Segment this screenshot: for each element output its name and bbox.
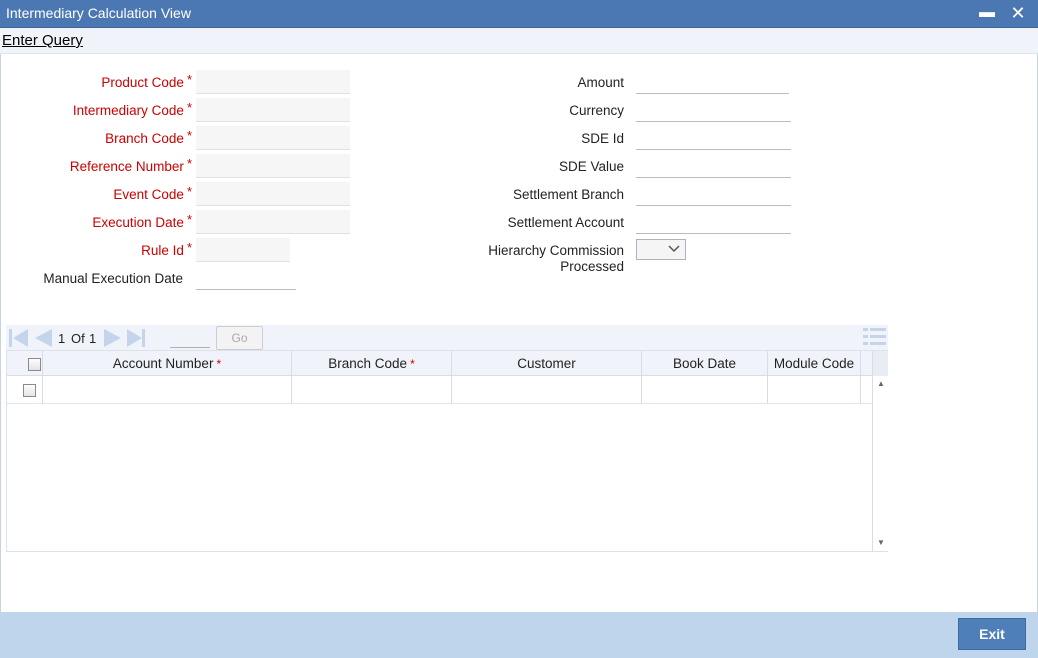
close-icon[interactable]: ✕ xyxy=(1008,2,1028,24)
intermediary-code-label: Intermediary Code * xyxy=(72,100,192,118)
rule-id-field[interactable] xyxy=(196,238,290,262)
sde-value-label: SDE Value xyxy=(558,159,624,174)
execution-date-label: Execution Date * xyxy=(92,212,192,230)
column-header-customer[interactable]: Customer xyxy=(452,351,642,376)
event-code-field[interactable] xyxy=(196,182,350,206)
header-select-all-cell xyxy=(7,351,43,376)
cell-branch-code[interactable] xyxy=(292,376,452,404)
settlement-account-label: Settlement Account xyxy=(507,215,624,230)
footer-bar: Exit xyxy=(0,612,1038,658)
manual-execution-date-label: Manual Execution Date xyxy=(43,271,183,286)
column-settings-icon[interactable] xyxy=(863,327,887,350)
currency-field[interactable] xyxy=(636,98,791,122)
scroll-down-icon[interactable]: ▼ xyxy=(877,538,885,547)
currency-label: Currency xyxy=(569,103,624,118)
settlement-account-field[interactable] xyxy=(636,210,791,234)
hierarchy-commission-processed-select[interactable] xyxy=(636,239,686,260)
sde-id-label: SDE Id xyxy=(581,131,624,146)
settlement-branch-label: Settlement Branch xyxy=(512,187,624,202)
intermediary-code-field[interactable] xyxy=(196,98,350,122)
reference-number-field[interactable] xyxy=(196,154,350,178)
grid-header: Account Number * Branch Code * Customer Bo… xyxy=(7,351,872,376)
column-header-account-number[interactable]: Account Number * xyxy=(43,351,292,376)
event-code-label: Event Code * xyxy=(113,184,192,202)
page-of-label: Of xyxy=(71,331,85,346)
exit-button[interactable]: Exit xyxy=(958,618,1026,650)
rule-id-label: Rule Id * xyxy=(141,240,192,258)
previous-page-icon[interactable] xyxy=(32,328,54,351)
results-grid: Account Number * Branch Code * Customer Bo… xyxy=(6,350,888,552)
reference-number-label: Reference Number * xyxy=(69,156,192,174)
amount-field[interactable] xyxy=(636,70,789,94)
total-pages: 1 xyxy=(89,331,97,346)
branch-code-field[interactable] xyxy=(196,126,350,150)
table-row[interactable] xyxy=(7,376,872,404)
cell-book-date[interactable] xyxy=(642,376,768,404)
cell-account-number[interactable] xyxy=(43,376,292,404)
current-page: 1 xyxy=(58,331,66,346)
manual-execution-date-field[interactable] xyxy=(196,266,296,290)
first-page-icon[interactable] xyxy=(8,328,30,351)
execution-date-field[interactable] xyxy=(196,210,350,234)
column-header-book-date[interactable]: Book Date xyxy=(642,351,768,376)
page-number-input[interactable] xyxy=(170,328,210,348)
cell-customer[interactable] xyxy=(452,376,642,404)
last-page-icon[interactable] xyxy=(125,328,147,351)
next-page-icon[interactable] xyxy=(102,328,124,351)
product-code-field[interactable] xyxy=(196,70,350,94)
column-header-branch-code[interactable]: Branch Code * xyxy=(292,351,452,376)
row-checkbox[interactable] xyxy=(23,384,36,397)
minimize-icon[interactable]: ▬ xyxy=(977,2,997,24)
go-button[interactable]: Go xyxy=(216,326,263,350)
hierarchy-commission-processed-label: Hierarchy Commission Processed xyxy=(488,243,624,274)
enter-query-link[interactable]: Enter Query xyxy=(2,32,83,49)
cell-module-code[interactable] xyxy=(768,376,861,404)
column-header-module-code[interactable]: Module Code xyxy=(768,351,861,376)
grid-pager: 1 Of 1 Go xyxy=(6,325,888,350)
window-title: Intermediary Calculation View xyxy=(6,5,191,21)
scroll-up-icon[interactable]: ▲ xyxy=(877,379,885,388)
branch-code-label: Branch Code * xyxy=(105,128,192,146)
sde-value-field[interactable] xyxy=(636,154,791,178)
select-all-checkbox[interactable] xyxy=(28,358,41,371)
amount-label: Amount xyxy=(577,75,624,90)
scrollbar-header-block xyxy=(873,351,888,376)
product-code-label: Product Code * xyxy=(101,72,192,90)
chevron-down-icon xyxy=(667,241,681,260)
sde-id-field[interactable] xyxy=(636,126,791,150)
grid-vertical-scrollbar[interactable]: ▲ ▼ xyxy=(872,351,888,551)
row-select-cell xyxy=(7,376,43,404)
query-toolbar: Enter Query xyxy=(0,28,1038,54)
window-titlebar: Intermediary Calculation View ▬ ✕ xyxy=(0,0,1038,28)
settlement-branch-field[interactable] xyxy=(636,182,791,206)
